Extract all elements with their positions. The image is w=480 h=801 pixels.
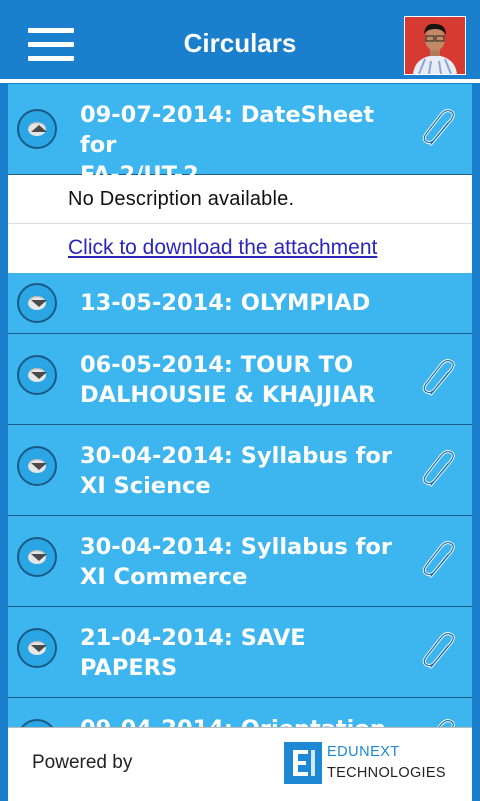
expand-toggle-icon[interactable] — [17, 719, 57, 727]
footer: Powered by EDUNEXT TECHNOLOGIES — [8, 727, 472, 801]
paperclip-icon[interactable] — [418, 718, 460, 727]
attachment-row: Click to download the attachment — [8, 224, 472, 273]
description-text: No Description available. — [68, 188, 295, 210]
collapse-toggle-icon[interactable] — [17, 109, 57, 149]
paperclip-icon[interactable] — [418, 358, 460, 400]
expand-toggle-icon[interactable] — [17, 355, 57, 395]
circular-item[interactable]: 13-05-2014: OLYMPIAD — [8, 273, 472, 334]
header-divider — [0, 79, 480, 83]
circular-title: 30-04-2014: Syllabus for XI Science — [80, 443, 392, 499]
paperclip-icon[interactable] — [418, 631, 460, 673]
paperclip-icon[interactable] — [418, 449, 460, 491]
brand-name: EDUNEXT — [327, 744, 400, 760]
powered-by-label: Powered by — [32, 752, 133, 773]
paperclip-icon[interactable] — [418, 540, 460, 582]
expand-toggle-icon[interactable] — [17, 537, 57, 577]
circular-item[interactable]: 09-07-2014: DateSheet for FA-2/UT-2 — [8, 84, 472, 188]
circular-item[interactable]: 09-04-2014: Orientation — [8, 698, 472, 727]
circulars-list[interactable]: 09-07-2014: DateSheet for FA-2/UT-2 No D… — [8, 84, 472, 727]
expand-toggle-icon[interactable] — [17, 446, 57, 486]
circular-title: 21-04-2014: SAVE PAPERS — [80, 625, 306, 681]
expand-toggle-icon[interactable] — [17, 283, 57, 323]
circular-title: 06-05-2014: TOUR TO DALHOUSIE & KHAJJIAR — [80, 352, 376, 408]
circular-item[interactable]: 21-04-2014: SAVE PAPERS — [8, 607, 472, 698]
circular-title: 13-05-2014: OLYMPIAD — [80, 290, 371, 316]
circular-item[interactable]: 30-04-2014: Syllabus for XI Commerce — [8, 516, 472, 607]
paperclip-icon[interactable] — [418, 108, 460, 150]
edunext-logo-icon — [284, 742, 322, 784]
expand-toggle-icon[interactable] — [17, 628, 57, 668]
left-frame — [0, 83, 8, 728]
circular-item[interactable]: 06-05-2014: TOUR TO DALHOUSIE & KHAJJIAR — [8, 334, 472, 425]
brand-subtitle: TECHNOLOGIES — [327, 765, 446, 781]
circular-item[interactable]: 30-04-2014: Syllabus for XI Science — [8, 425, 472, 516]
download-attachment-link[interactable]: Click to download the attachment — [68, 236, 377, 260]
circular-description: No Description available. — [8, 175, 472, 224]
circular-title: 30-04-2014: Syllabus for XI Commerce — [80, 534, 392, 590]
user-avatar[interactable] — [404, 16, 466, 75]
circular-title: 09-04-2014: Orientation — [80, 714, 410, 727]
app-header: Circulars — [0, 0, 480, 80]
right-frame — [472, 83, 480, 728]
